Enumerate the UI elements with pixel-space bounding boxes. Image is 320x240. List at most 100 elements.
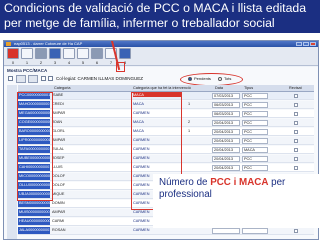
cell-name: CARMI [52,219,65,223]
toolbar-number: 0 [11,60,15,65]
filter-checkbox[interactable] [48,76,53,81]
print-icon[interactable] [35,48,47,59]
edit-pen-highlight [116,62,125,72]
cell-date[interactable]: 20/04/2013 [212,138,240,144]
toolbar-number: 4 [67,60,71,65]
close-icon[interactable] [310,42,316,46]
cell-name: ISABE [52,93,64,97]
toolbar-number: 3 [53,60,57,65]
revisat-checkbox[interactable] [294,121,298,125]
cell-name: AMPAR [52,111,66,115]
cell-tipus[interactable]: PCC [242,156,268,162]
cell-pcc: JALA00000000001 [18,227,50,234]
revisat-checkbox[interactable] [294,103,298,107]
cell-tipus[interactable]: PCC [242,93,268,99]
cell-date[interactable]: 20/04/2013 [212,120,240,126]
cell-date[interactable]: 20/04/2013 [212,129,240,135]
panel-title: Mostra PCC/MACA [7,68,48,73]
cell-tipus[interactable]: MACA [242,147,268,153]
toolbar-number: 5 [81,60,85,65]
row-gutter [7,85,17,239]
cell-maca: CARMEN [133,228,150,232]
cell-date[interactable]: 20/04/2013 [212,156,240,162]
window-title: eap0513 - darrer Cotxeure de Ha CAP [14,41,83,46]
cell-date[interactable]: 20/04/2013 [212,147,240,153]
revisat-checkbox[interactable] [294,166,298,170]
revisat-checkbox[interactable] [294,157,298,161]
cell-name: AMPAR [52,138,66,142]
table-header: Categoria Categoria que ha fet la interv… [18,85,314,92]
toolbar-number: 2 [39,60,43,65]
minimize-icon[interactable] [296,42,302,46]
cell-date[interactable]: 20/04/2013 [212,165,240,171]
revisat-checkbox[interactable] [294,130,298,134]
delete-icon[interactable] [7,48,19,59]
tots-radio[interactable] [218,77,222,81]
table-row[interactable]: JALA00000000001 ROSAN CARMEN [18,227,314,235]
cell-tipus[interactable]: PCC [242,165,268,171]
revisat-checkbox[interactable] [294,94,298,98]
app-icon [6,42,11,46]
cell-name: DOLOF [52,183,66,187]
pcc-column-highlight [17,92,53,201]
revisat-checkbox[interactable] [294,112,298,116]
column-header[interactable]: Categoria que ha fet la intervenció [133,86,191,90]
revisat-checkbox[interactable] [294,229,298,233]
cell-pcc: HEAU00000000001 [18,218,50,225]
cell-num: 1 [188,102,191,106]
caption-text: Número de PCC i MACA per professional [159,177,286,200]
toolbar-number: 1 [25,60,29,65]
slide-title: Condicions de validació de PCC o MACA i … [0,0,320,33]
cell-date[interactable]: 07/03/2013 [212,93,240,99]
cell-date[interactable]: 06/03/2013 [212,102,240,108]
new-icon[interactable] [21,48,33,59]
cell-tipus[interactable]: PCC [242,129,268,135]
pendents-radio[interactable] [188,77,192,81]
toolbar-number: 6 [95,60,99,65]
cell-date[interactable] [212,228,240,234]
filter-checkbox[interactable] [41,76,46,81]
save-icon[interactable] [49,48,61,59]
caption-box: Número de PCC i MACA per professional [153,174,320,228]
cell-name: ROSAN [52,228,66,232]
tots-label: Tots [224,76,232,81]
cell-name: AMPAR [52,210,66,214]
column-header[interactable]: Revisat [289,86,302,90]
cell-pcc: BESM00000000001 [18,200,50,207]
revisat-checkbox[interactable] [294,139,298,143]
toolbar-button[interactable] [91,48,103,59]
cell-name: CREDI [52,102,64,106]
cell-date[interactable]: 06/03/2013 [212,111,240,117]
toolbar: 0 1 2 3 4 5 6 7 8 [4,47,318,66]
cell-name: JOSEP [52,156,65,160]
column-header[interactable]: Categoria [54,86,70,90]
cell-pcc: MUIS00000000001 [18,209,50,216]
cell-tipus[interactable]: PCC [242,102,268,108]
revisat-checkbox[interactable] [294,148,298,152]
cell-num: 1 [188,129,191,133]
cell-name: DOMIN [52,201,65,205]
pendents-label: Pendents [194,76,211,81]
cell-tipus[interactable]: PCC [242,111,268,117]
collegiate-filter: Col·legiat: CARMEN ILLMAS DOMINGUEZ [56,76,144,81]
toolbar-button[interactable] [63,48,75,59]
cell-tipus[interactable] [242,228,268,234]
filter-checkbox[interactable] [8,76,13,81]
filter-row: Col·legiat: CARMEN ILLMAS DOMINGUEZ Pend… [4,73,318,86]
cell-tipus[interactable]: PCC [242,120,268,126]
filter-button[interactable] [16,75,26,83]
cell-name: LLUIS [52,165,63,169]
edit-pen-icon[interactable] [119,48,131,59]
cell-tipus[interactable]: PCC [242,138,268,144]
cell-name: GLORL [52,129,65,133]
filter-button[interactable] [28,75,38,83]
toolbar-button[interactable] [77,48,89,59]
cell-name: EULAL [52,147,65,151]
cell-name: JOAN [52,120,63,124]
cell-name: DOLOF [52,174,66,178]
column-header[interactable]: Tipus [244,86,253,90]
cell-name: MIQUE [52,192,65,196]
cell-num: 2 [188,120,191,124]
maximize-icon[interactable] [303,42,309,46]
column-header[interactable]: Data [215,86,223,90]
